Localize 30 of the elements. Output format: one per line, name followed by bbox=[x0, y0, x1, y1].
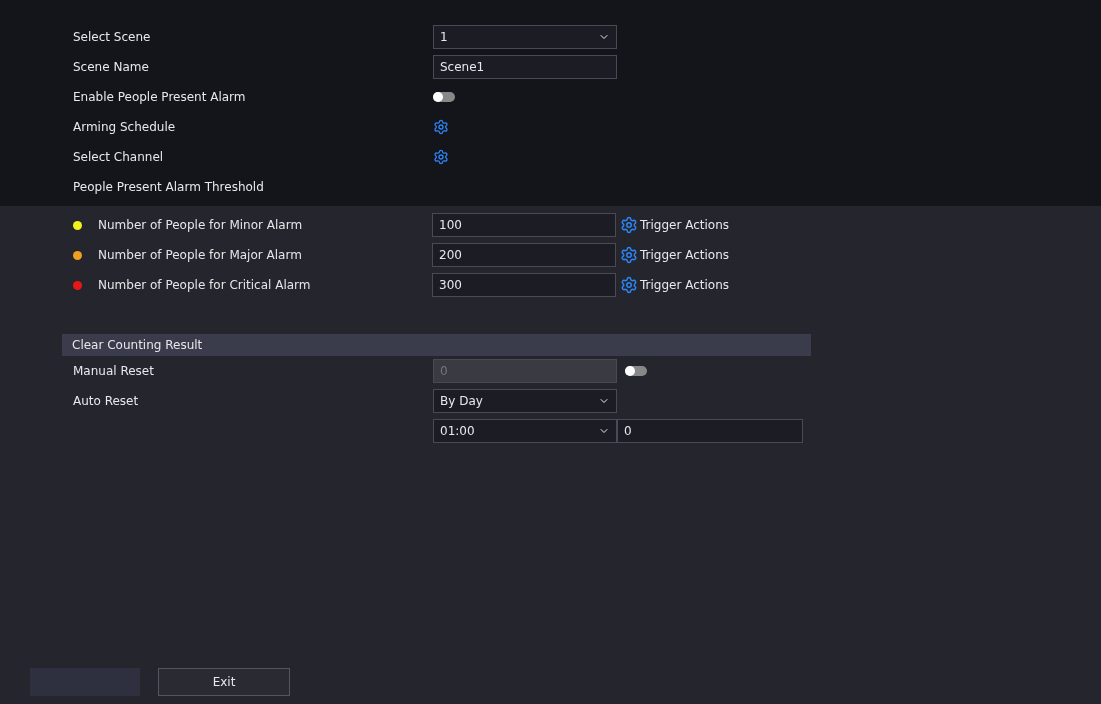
threshold-field[interactable]: 100 bbox=[432, 213, 616, 237]
section-label: People Present Alarm Threshold bbox=[73, 180, 265, 194]
threshold-label: Number of People for Critical Alarm bbox=[98, 278, 312, 292]
reset-minute-field[interactable]: 0 bbox=[617, 419, 803, 443]
settings-icon[interactable] bbox=[433, 149, 449, 165]
setting-label: Select Channel bbox=[73, 150, 165, 164]
gear-icon bbox=[620, 246, 638, 264]
reset-mode-dropdown[interactable]: By Day bbox=[433, 389, 617, 413]
gear-icon bbox=[620, 216, 638, 234]
settings-icon[interactable] bbox=[433, 119, 449, 135]
scene-dropdown[interactable]: 1 bbox=[433, 25, 617, 49]
threshold-field[interactable]: 300 bbox=[432, 273, 616, 297]
setting-label: Select Scene bbox=[73, 30, 152, 44]
setting-label: Arming Schedule bbox=[73, 120, 177, 134]
trigger-actions-button[interactable]: Trigger Actions bbox=[620, 216, 730, 234]
threshold-label: Number of People for Minor Alarm bbox=[98, 218, 304, 232]
setting-label: Enable People Present Alarm bbox=[73, 90, 247, 104]
setting-label: Manual Reset bbox=[73, 364, 155, 378]
section-header: Clear Counting Result bbox=[62, 334, 811, 356]
reset-time-dropdown[interactable]: 01:00 bbox=[433, 419, 617, 443]
threshold-field[interactable]: 200 bbox=[432, 243, 616, 267]
trigger-actions-button[interactable]: Trigger Actions bbox=[620, 246, 730, 264]
threshold-label: Number of People for Major Alarm bbox=[98, 248, 303, 262]
toggle-switch[interactable] bbox=[433, 92, 455, 102]
setting-label: Scene Name bbox=[73, 60, 150, 74]
setting-label: Auto Reset bbox=[73, 394, 140, 408]
scene-name-field[interactable]: Scene1 bbox=[433, 55, 617, 79]
gear-icon bbox=[620, 276, 638, 294]
exit-button[interactable]: Exit bbox=[158, 668, 290, 696]
trigger-actions-button[interactable]: Trigger Actions bbox=[620, 276, 730, 294]
